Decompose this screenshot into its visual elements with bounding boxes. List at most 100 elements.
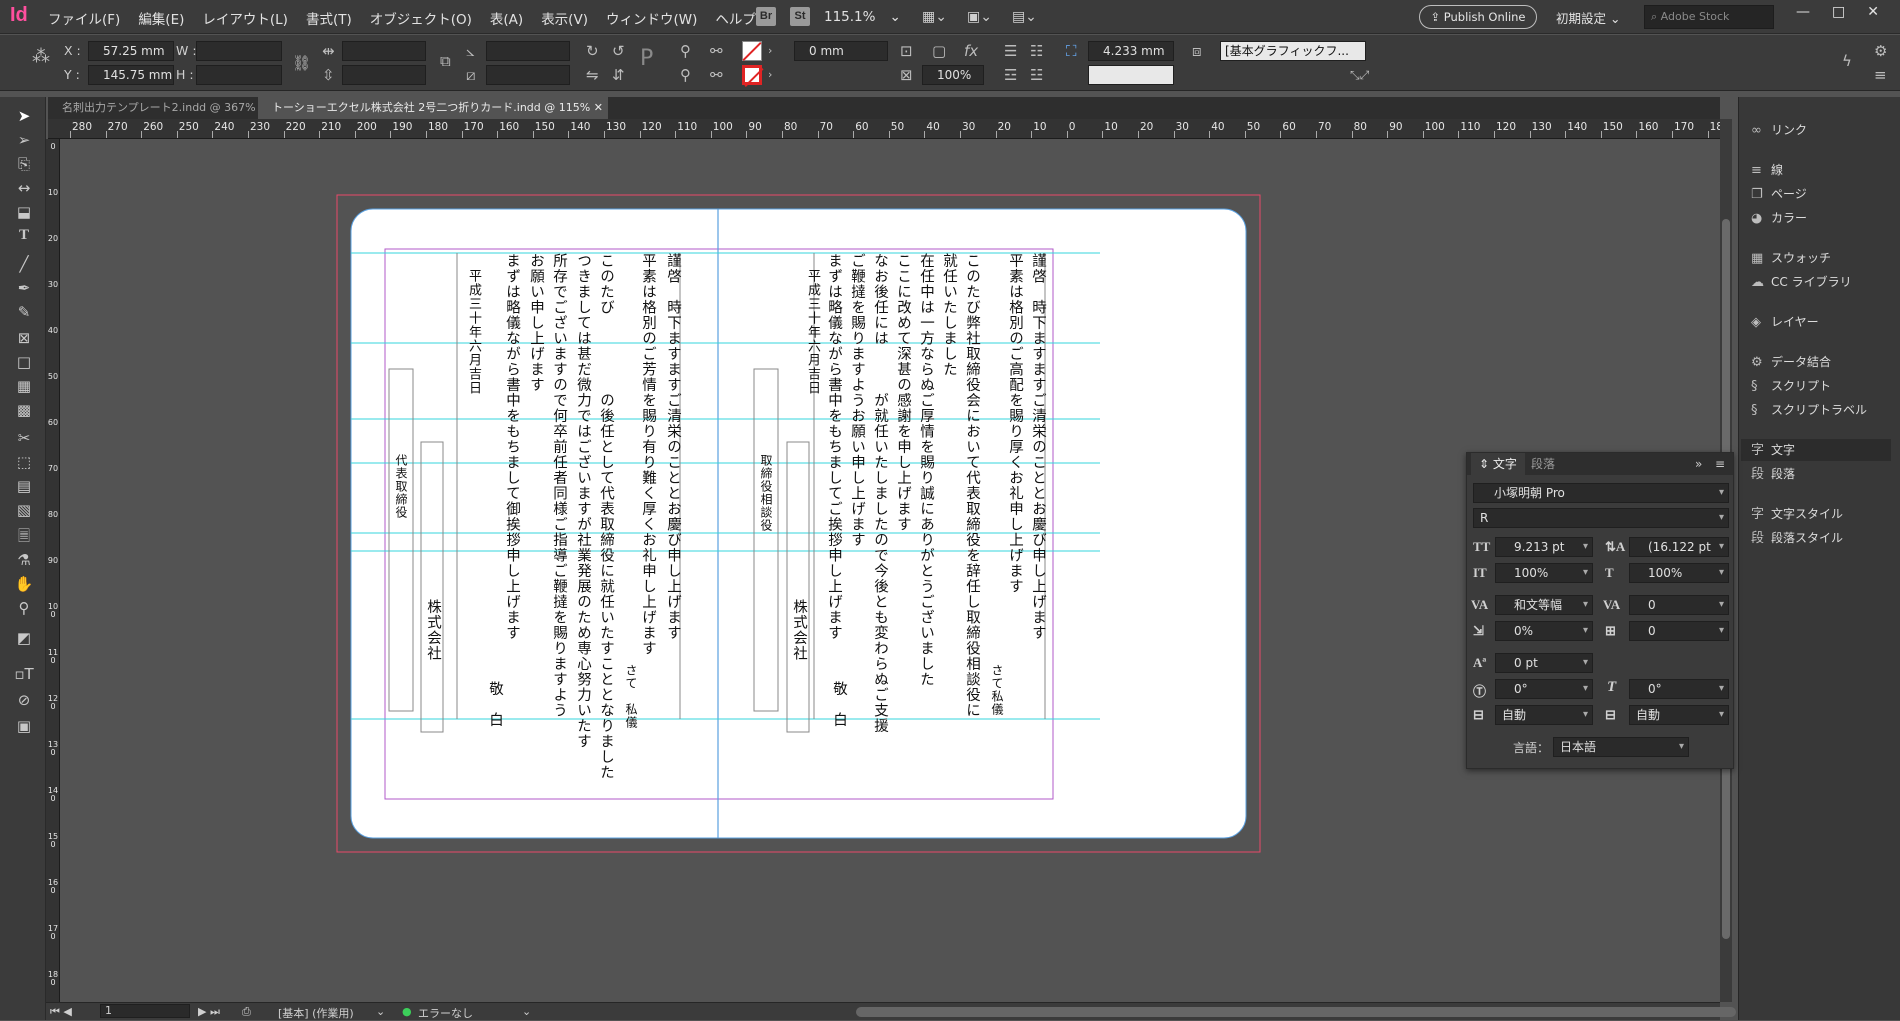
left-keihaku[interactable]: 敬 白 [480, 681, 510, 728]
scale-x-field[interactable] [342, 41, 426, 61]
panel-links[interactable]: ∞ リンク [1751, 119, 1807, 141]
menu-type[interactable]: 書式(T) [306, 8, 352, 28]
stroke-weight-field[interactable]: 0 mm [794, 41, 888, 61]
line-tool-icon[interactable]: ╱ [12, 253, 36, 275]
skew-field[interactable]: 0° [1629, 679, 1729, 699]
menu-layout[interactable]: レイアウト(L) [202, 8, 288, 28]
first-page-icon[interactable]: ⏮ ◀ [50, 1005, 72, 1019]
pencil-tool-icon[interactable]: ✎ [12, 301, 36, 323]
stroke-dropdown-icon[interactable]: › [768, 65, 772, 85]
gap-tool-icon[interactable]: ↔ [12, 177, 36, 199]
workspace-switcher[interactable]: 初期設定 ⌄ [1556, 8, 1620, 27]
panel-paragraph-styles[interactable]: 段段落スタイル [1751, 527, 1843, 549]
stock-button[interactable]: St [790, 7, 810, 26]
rotate-cw-icon[interactable]: ↻ [586, 41, 599, 61]
font-family-select[interactable]: 小塚明朝 Pro [1473, 483, 1729, 503]
panel-menu-icon[interactable]: ≡ [1707, 453, 1733, 475]
stroke-swatch[interactable] [742, 65, 762, 85]
left-title[interactable]: 代表取締役 [387, 454, 415, 519]
frame-grid-tool-icon[interactable]: ▩ [12, 399, 36, 421]
rotate-ccw-icon[interactable]: ↺ [612, 41, 625, 61]
text-wrap-none-icon[interactable]: ☰ [1004, 41, 1017, 61]
right-title[interactable]: 取締役相談役 [752, 454, 780, 532]
arrange-documents-icon[interactable]: ▤⌄ [1012, 9, 1037, 25]
close-icon[interactable]: ✕ [594, 101, 603, 114]
right-company[interactable]: 株式会社 [784, 599, 814, 661]
panel-swatches[interactable]: ▦ スウォッチ [1751, 247, 1831, 269]
scissors-tool-icon[interactable]: ✂ [12, 427, 36, 449]
kerning-select[interactable]: 和文等幅 [1495, 595, 1593, 615]
panel-cc-libraries[interactable]: ☁ CC ライブラリ [1751, 271, 1852, 293]
horizontal-scrollbar[interactable] [856, 1007, 1736, 1017]
tab-character[interactable]: ⇕ 文字 [1471, 453, 1525, 475]
vertical-scale-field[interactable]: 100% [1495, 563, 1593, 583]
font-size-field[interactable]: 9.213 pt [1495, 537, 1593, 557]
master-dropdown-icon[interactable]: ⌄ [376, 1005, 385, 1018]
height-field[interactable] [196, 65, 282, 85]
maximize-icon[interactable]: □ [1832, 4, 1845, 20]
left-body-col8[interactable]: まずは略儀ながら書中をもちまして御挨拶申し上げます [497, 253, 527, 723]
preflight-status[interactable]: エラーなし [418, 1005, 473, 1021]
x-position-field[interactable]: 57.25 mm [88, 41, 174, 61]
select-content-icon[interactable]: ⚯ [710, 41, 723, 61]
left-body-col2[interactable]: 平素は格別のご芳情を賜り有り難く厚くお礼申し上げます [633, 253, 663, 723]
panel-paragraph[interactable]: 段段落 [1751, 463, 1795, 485]
menu-object[interactable]: オブジェクト(O) [370, 8, 472, 28]
control-menu-icon[interactable]: ≡ [1874, 65, 1887, 85]
left-company[interactable]: 株式会社 [418, 599, 448, 661]
menu-window[interactable]: ウィンドウ(W) [606, 8, 697, 28]
fill-dropdown-icon[interactable]: › [768, 41, 772, 61]
page-number-field[interactable]: 1 [100, 1004, 190, 1018]
right-date[interactable]: 平成三十年六月吉日 [797, 269, 827, 395]
panel-stroke[interactable]: ≡ 線 [1751, 159, 1783, 181]
selection-tool-icon[interactable]: ➤ [12, 105, 36, 127]
reference-point-icon[interactable]: ⁂ [32, 47, 50, 67]
zoom-dropdown-icon[interactable]: ⌄ [889, 9, 900, 25]
publish-online-button[interactable]: ⇪ Publish Online [1419, 5, 1537, 29]
horizontal-scale-field[interactable]: 100% [1629, 563, 1729, 583]
aki-after-select[interactable]: 自動 [1629, 705, 1729, 725]
leading-field[interactable]: (16.122 pt [1629, 537, 1729, 557]
preflight-dropdown-icon[interactable]: ⌄ [522, 1005, 531, 1018]
grid-tool-icon[interactable]: ▦ [12, 375, 36, 397]
left-date[interactable]: 平成三十年六月吉日 [458, 269, 488, 395]
aki-before-select[interactable]: 自動 [1495, 705, 1593, 725]
next-page-icon[interactable]: ▶ ⏭ [198, 1005, 220, 1019]
font-style-select[interactable]: R [1473, 508, 1729, 528]
panel-scripts[interactable]: § スクリプト [1751, 375, 1831, 397]
screen-mode-tool-icon[interactable]: ▣ [12, 715, 36, 737]
tracking-field[interactable]: 0 [1629, 595, 1729, 615]
flip-horizontal-icon[interactable]: ⇋ [586, 65, 599, 85]
language-select[interactable]: 日本語 [1553, 737, 1689, 757]
constrain-proportions-icon[interactable]: ⛓ [292, 53, 311, 73]
apply-none-icon[interactable]: ⊘ [12, 689, 36, 711]
tab-template[interactable]: 名刺出力テンプレート2.indd @ 367% ✕ [48, 97, 268, 119]
char-rotate-field[interactable]: 0° [1495, 679, 1593, 699]
panel-pages[interactable]: ❐ ページ [1751, 183, 1807, 205]
tab-paragraph[interactable]: 段落 [1523, 453, 1563, 475]
menu-edit[interactable]: 編集(E) [138, 8, 184, 28]
tsume-field[interactable]: 0% [1495, 621, 1593, 641]
content-collector-icon[interactable]: ⬓ [12, 201, 36, 223]
shear-field[interactable] [486, 65, 570, 85]
menu-file[interactable]: ファイル(F) [48, 8, 120, 28]
opacity-field[interactable]: 100% [922, 65, 984, 85]
bridge-button[interactable]: Br [756, 7, 776, 26]
align-center-icon[interactable]: ☳ [1030, 65, 1043, 85]
hand-tool-icon[interactable]: ✋ [12, 573, 36, 595]
rectangle-tool-icon[interactable]: □ [12, 351, 36, 373]
zoom-level[interactable]: 115.1% [824, 9, 875, 25]
tab-card[interactable]: トーショーエクセル株式会社 2号二つ折りカード.indd @ 115% ✕ [258, 97, 608, 119]
baseline-shift-field[interactable]: 0 pt [1495, 653, 1593, 673]
right-keihaku[interactable]: 敬 白 [824, 681, 854, 728]
menu-view[interactable]: 表示(V) [541, 8, 588, 28]
flip-vertical-icon[interactable]: ⇵ [612, 65, 625, 85]
select-next-icon[interactable]: ⚯ [710, 65, 723, 85]
panel-data-merge[interactable]: ⚙ データ結合 [1751, 351, 1831, 373]
note-tool-icon[interactable]: 🗏 [12, 525, 36, 547]
select-previous-icon[interactable]: ⚲ [680, 65, 691, 85]
fill-stroke-icon[interactable]: ◩ [12, 627, 36, 649]
type-tool-icon[interactable]: T [12, 227, 36, 249]
spacing-field[interactable]: 4.233 mm [1088, 41, 1174, 61]
page-options-icon[interactable]: ⎙ [242, 1005, 251, 1019]
